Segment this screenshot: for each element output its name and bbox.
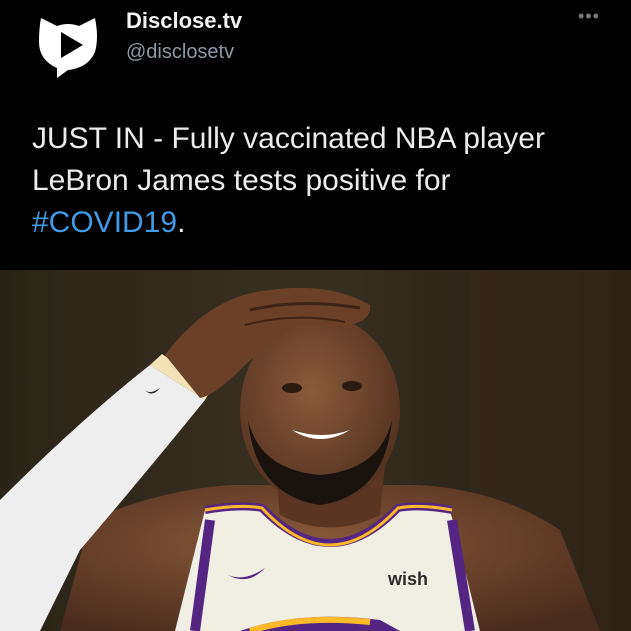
user-handle[interactable]: @disclosetv <box>126 41 234 64</box>
tweet-period: . <box>177 206 186 239</box>
display-name[interactable]: Disclose.tv <box>126 8 242 34</box>
tweet-body: JUST IN - Fully vaccinated NBA player Le… <box>32 122 545 197</box>
hashtag-link[interactable]: #COVID19 <box>32 206 177 239</box>
tweet-text: JUST IN - Fully vaccinated NBA player Le… <box>32 118 612 244</box>
more-options-icon[interactable]: ••• <box>578 6 600 27</box>
tweet-photo[interactable]: wish <box>0 270 631 631</box>
disclose-logo-icon[interactable] <box>33 8 103 78</box>
jersey-sponsor-text: wish <box>387 569 428 589</box>
tweet-header: Disclose.tv @disclosetv ••• <box>0 0 631 110</box>
